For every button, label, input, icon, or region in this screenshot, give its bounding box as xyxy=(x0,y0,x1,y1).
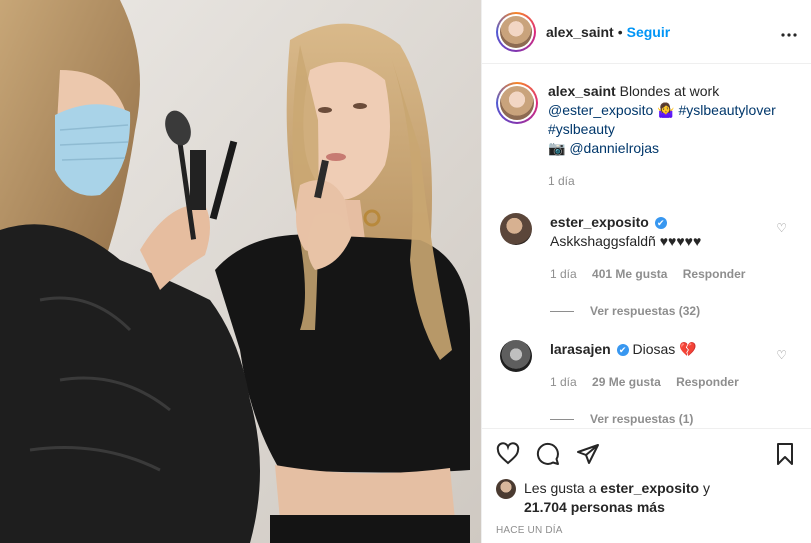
comment-likes[interactable]: 401 Me gusta xyxy=(592,267,667,281)
post-side-panel: alex_saint • Seguir alex_saint Blondes a… xyxy=(481,0,811,543)
post-header: alex_saint • Seguir xyxy=(482,0,811,64)
view-replies-button[interactable]: Ver respuestas (1) xyxy=(550,412,797,426)
hashtag-yslbeauty[interactable]: #yslbeauty xyxy=(548,121,615,137)
likes-count[interactable]: 21.704 personas más xyxy=(524,499,665,515)
liker-avatar[interactable] xyxy=(496,479,516,499)
follow-button[interactable]: Seguir xyxy=(627,24,671,40)
commenter-avatar[interactable] xyxy=(500,213,532,245)
action-bar xyxy=(496,429,797,479)
heart-icon[interactable] xyxy=(496,442,520,466)
camera-emoji: 📷 xyxy=(548,140,566,156)
view-replies-label: Ver respuestas (32) xyxy=(590,304,701,318)
like-comment-heart-icon[interactable]: ♡ xyxy=(776,221,787,235)
post-timestamp: Hace un día xyxy=(496,525,563,536)
photographer-mention[interactable]: @dannielrojas xyxy=(569,140,659,156)
author-avatar[interactable] xyxy=(496,11,536,52)
liker-username[interactable]: ester_exposito xyxy=(600,480,699,496)
author-username[interactable]: alex_saint xyxy=(546,24,614,40)
comments-section[interactable]: alex_saint Blondes at work @ester_exposi… xyxy=(482,64,811,428)
view-replies-label: Ver respuestas (1) xyxy=(590,412,694,426)
caption-text: Blondes at work xyxy=(619,83,720,99)
separator-dot: • xyxy=(617,23,623,40)
comment-time: 1 día xyxy=(550,267,577,281)
post-footer: Les gusta a ester_exposito y 21.704 pers… xyxy=(482,428,811,543)
verified-badge-icon: ✔ xyxy=(654,217,667,229)
post-photo[interactable] xyxy=(0,0,481,543)
likes-summary: Les gusta a ester_exposito y 21.704 pers… xyxy=(496,479,797,517)
caption-author-avatar[interactable] xyxy=(496,82,538,124)
caption-emoji: 🤷‍♀️ xyxy=(657,102,675,118)
comment-item: ester_exposito ✔ Askkshaggsfaldñ ♥♥♥♥♥ 1… xyxy=(496,213,797,284)
caption-username[interactable]: alex_saint xyxy=(548,83,616,99)
author-avatar-image xyxy=(500,15,532,48)
comment-text: Askkshaggsfaldñ ♥♥♥♥♥ xyxy=(550,233,702,249)
post-caption: alex_saint Blondes at work @ester_exposi… xyxy=(496,82,797,191)
hashtag-yslbeautylover[interactable]: #yslbeautylover xyxy=(679,102,776,118)
comment-likes[interactable]: 29 Me gusta xyxy=(592,375,661,389)
verified-badge-icon: ✔ xyxy=(616,344,629,356)
likes-prefix: Les gusta a xyxy=(524,480,597,496)
like-comment-heart-icon[interactable]: ♡ xyxy=(776,348,787,362)
comment-icon[interactable] xyxy=(536,442,560,466)
likes-conj: y xyxy=(703,480,710,496)
commenter-username[interactable]: larasajen xyxy=(550,341,611,357)
comment-text: Diosas 💔 xyxy=(632,341,697,357)
bookmark-icon[interactable] xyxy=(773,442,797,466)
comment-item: larasajen ✔ Diosas 💔 1 día 29 Me gusta R… xyxy=(496,340,797,392)
commenter-username[interactable]: ester_exposito xyxy=(550,214,649,230)
commenter-avatar[interactable] xyxy=(500,340,532,372)
caption-time: 1 día xyxy=(548,174,575,188)
caption-mention[interactable]: @ester_exposito xyxy=(548,102,653,118)
reply-button[interactable]: Responder xyxy=(676,375,739,389)
more-options-icon[interactable] xyxy=(781,21,797,42)
reply-button[interactable]: Responder xyxy=(683,267,746,281)
view-replies-button[interactable]: Ver respuestas (32) xyxy=(550,304,797,318)
share-icon[interactable] xyxy=(576,442,600,466)
comment-time: 1 día xyxy=(550,375,577,389)
photo-illustration xyxy=(0,0,481,543)
